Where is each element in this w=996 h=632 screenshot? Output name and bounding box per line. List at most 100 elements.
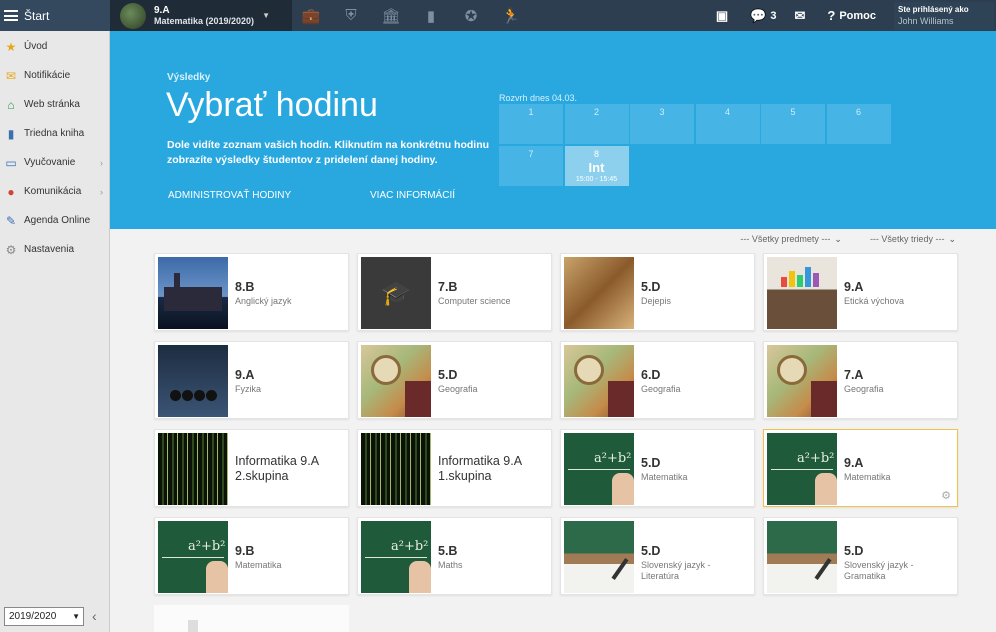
administer-lessons-link[interactable]: ADMINISTROVAŤ HODINY [168,190,291,201]
cast-icon: ▣ [715,7,729,23]
lesson-card[interactable]: 5.D Geografia [357,341,552,419]
lesson-card[interactable]: 5.D Dejepis [560,253,755,331]
gear-icon[interactable]: ⚙ [941,489,951,502]
lesson-class: 8.B [235,280,255,294]
lesson-card[interactable]: a²+b² 5.D Matematika [560,429,755,507]
lesson-class: 7.B [438,280,458,294]
lesson-card[interactable]: 9.A Fyzika [154,341,349,419]
sidebar: ★ Úvod ✉ Notifikácie ⌂ Web stránka ▮ Triedna kn… [0,31,110,632]
start-menu-button[interactable]: Štart [0,0,110,31]
school-year-select[interactable]: 2019/2020 ▼ [4,607,84,626]
sidebar-item[interactable]: ● Komunikácia › [0,177,109,206]
home-icon: ⌂ [7,97,15,112]
geo-thumbnail [767,345,837,417]
subject-filter-value: --- Všetky predmety --- [740,234,831,244]
sidebar-item[interactable]: ✎ Agenda Online [0,206,109,235]
sidebar-item[interactable]: ▮ Triedna kniha [0,119,109,148]
mat-thumbnail: a²+b² [564,433,634,505]
more-info-link[interactable]: VIAC INFORMÁCIÍ [370,190,455,201]
mail-icon: ✉ [794,7,806,23]
sidebar-item[interactable]: ★ Úvod [0,32,109,61]
cast-button[interactable]: ▣ [716,8,732,24]
lesson-card-partial[interactable] [154,605,349,632]
subject-filter[interactable]: --- Všetky predmety --- ⌄ [740,234,842,245]
mail-button[interactable]: ✉ [794,8,809,24]
lesson-subject: Slovenský jazyk - Gramatika [844,560,914,581]
briefcase-icon[interactable]: 💼 [298,0,324,31]
etics-thumbnail [767,257,837,329]
cs-thumbnail: 🎓 [361,257,431,329]
help-label: Pomoc [839,9,876,22]
lesson-subject: Computer science [438,296,511,306]
lesson-card[interactable]: a²+b² 9.B Matematika [154,517,349,595]
sidebar-item[interactable]: ⚙ Nastavenia [0,235,109,264]
schedule-period[interactable]: 8 Int 15:00 - 15:45 [564,145,629,186]
lesson-card[interactable]: 5.D Slovenský jazyk - Literatúra [560,517,755,595]
mat-thumbnail: a²+b² [361,521,431,593]
lesson-card[interactable]: 8.B Anglický jazyk [154,253,349,331]
schedule-period[interactable]: 6 [826,104,891,144]
shield-icon[interactable]: ⛨ [338,0,364,31]
chart-icon[interactable]: ▮ [418,0,444,31]
lesson-subject: Slovenský jazyk - Literatúra [641,560,711,581]
lesson-subject: Geografia [641,384,681,394]
filters: --- Všetky predmety --- ⌄ --- Všetky trie… [712,234,956,245]
class-switcher[interactable]: 9.A Matematika (2019/2020) ▼ [110,0,292,31]
class-filter[interactable]: --- Všetky triedy --- ⌄ [870,234,956,245]
lesson-class: 5.D [641,544,661,558]
lesson-class: 7.A [844,368,864,382]
lesson-class: 5.D [641,456,661,470]
sidebar-item-label: Nastavenia [24,244,75,255]
sidebar-item[interactable]: ✉ Notifikácie [0,61,109,90]
mat-thumbnail: a²+b² [158,521,228,593]
schedule-label: Rozvrh dnes 04.03. [499,93,578,103]
inf-thumbnail [361,433,431,505]
help-button[interactable]: ? Pomoc [827,8,876,23]
lesson-card[interactable]: a²+b² 9.A Matematika ⚙ [763,429,958,507]
schedule-period[interactable]: 1 [499,104,563,144]
sidebar-item-label: Úvod [24,41,48,52]
lesson-card[interactable]: 7.A Geografia [763,341,958,419]
messages-count: 3 [770,9,777,22]
schedule-period[interactable]: 5 [761,104,825,144]
chevron-down-icon: ▼ [262,11,270,20]
lesson-class: 9.B [235,544,255,558]
class-avatar [120,2,146,29]
sidebar-item[interactable]: ▭ Vyučovanie › [0,148,109,177]
schedule-period[interactable]: 3 [630,104,694,144]
chevron-right-icon: › [100,157,103,168]
lesson-card[interactable]: Informatika 9.A 1.skupina [357,429,552,507]
period-number: 1 [528,107,534,117]
sidebar-list: ★ Úvod ✉ Notifikácie ⌂ Web stránka ▮ Triedna kn… [0,32,109,264]
institution-icon[interactable]: 🏛 [378,0,404,31]
schedule-period[interactable]: 4 [695,104,760,144]
sj-thumbnail [564,521,634,593]
runner-icon[interactable]: 🏃 [498,0,524,31]
lesson-card[interactable]: 5.D Slovenský jazyk - Gramatika [763,517,958,595]
lesson-card[interactable]: Informatika 9.A 2.skupina [154,429,349,507]
lesson-card[interactable]: 6.D Geografia [560,341,755,419]
schedule-period[interactable]: 7 [499,145,563,186]
graduation-cap-icon: 🎓 [381,279,411,307]
lesson-card[interactable]: 9.A Etická výchova [763,253,958,331]
start-label: Štart [24,8,50,23]
sidebar-item[interactable]: ⌂ Web stránka [0,90,109,119]
hero-description: Dole vidíte zoznam vašich hodín. Kliknut… [167,139,490,166]
sidebar-item-label: Komunikácia [24,186,82,197]
user-menu[interactable]: Ste prihlásený ako John Williams [894,1,994,30]
lesson-card[interactable]: 🎓 7.B Computer science [357,253,552,331]
book-icon: ▮ [7,126,15,141]
class-name: 9.A [154,4,170,16]
compass-icon[interactable]: ✪ [458,0,484,31]
sj-thumbnail [767,521,837,593]
period-number: 3 [659,107,665,117]
schedule-period[interactable]: 2 [564,104,629,144]
egypt-thumbnail [564,257,634,329]
question-icon: ? [827,8,836,23]
lesson-card[interactable]: a²+b² 5.B Maths [357,517,552,595]
chat-icon: ● [7,184,15,199]
messages-button[interactable]: 💬 3 [750,8,776,24]
hero-banner: Výsledky Vybrať hodinu Dole vidíte zozna… [110,31,996,229]
collapse-sidebar-icon[interactable]: ‹ [92,608,97,624]
lesson-class: 9.A [235,368,255,382]
